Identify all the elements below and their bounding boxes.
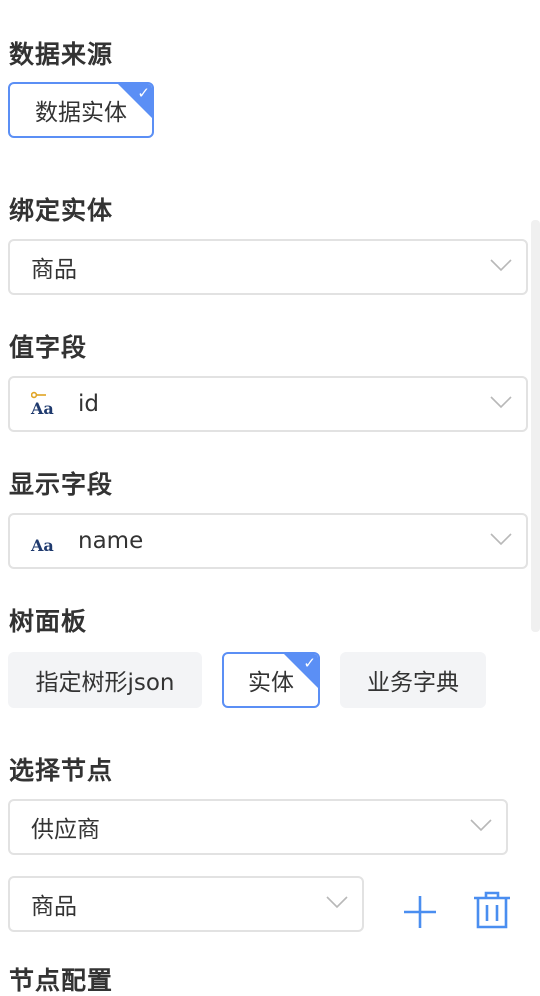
- text-field-icon: Aa: [31, 536, 54, 555]
- value-field-label: 值字段: [9, 333, 88, 362]
- chevron-down-icon: [326, 896, 348, 909]
- delete-node-icon[interactable]: [472, 890, 512, 930]
- primary-key-text-field-icon: Aa: [31, 391, 57, 417]
- chevron-down-icon: [470, 819, 492, 832]
- display-field-value: name: [78, 528, 144, 554]
- bind-entity-label: 绑定实体: [9, 196, 114, 225]
- scrollbar[interactable]: [531, 220, 540, 632]
- value-field-value: id: [78, 391, 99, 417]
- display-field-label: 显示字段: [9, 470, 114, 499]
- check-icon: ✓: [303, 654, 316, 672]
- tree-panel-option-entity[interactable]: 实体 ✓: [222, 652, 320, 708]
- node-select-2[interactable]: 商品: [8, 876, 364, 932]
- tree-panel-option-dictionary[interactable]: 业务字典: [340, 652, 486, 708]
- chevron-down-icon: [490, 396, 512, 409]
- chevron-down-icon: [490, 259, 512, 272]
- node-config-label: 节点配置: [9, 966, 114, 995]
- tree-panel-option-label: 业务字典: [367, 670, 459, 696]
- tree-panel-label: 树面板: [9, 607, 88, 636]
- data-source-label: 数据来源: [9, 40, 114, 69]
- data-source-option-label: 数据实体: [35, 100, 127, 126]
- select-node-label: 选择节点: [9, 756, 114, 785]
- tree-panel-option-json[interactable]: 指定树形json: [8, 652, 202, 708]
- node-select-1[interactable]: 供应商: [8, 799, 508, 855]
- node-select-value: 商品: [31, 894, 77, 920]
- add-node-icon[interactable]: [400, 892, 440, 932]
- tree-panel-option-label: 指定树形json: [35, 670, 175, 696]
- data-source-option-entity[interactable]: 数据实体 ✓: [8, 82, 154, 138]
- chevron-down-icon: [490, 533, 512, 546]
- display-field-select[interactable]: Aa name: [8, 513, 528, 569]
- value-field-select[interactable]: Aa id: [8, 376, 528, 432]
- bind-entity-value: 商品: [31, 257, 77, 283]
- node-select-value: 供应商: [31, 817, 100, 843]
- check-icon: ✓: [137, 84, 150, 102]
- bind-entity-select[interactable]: 商品: [8, 239, 528, 295]
